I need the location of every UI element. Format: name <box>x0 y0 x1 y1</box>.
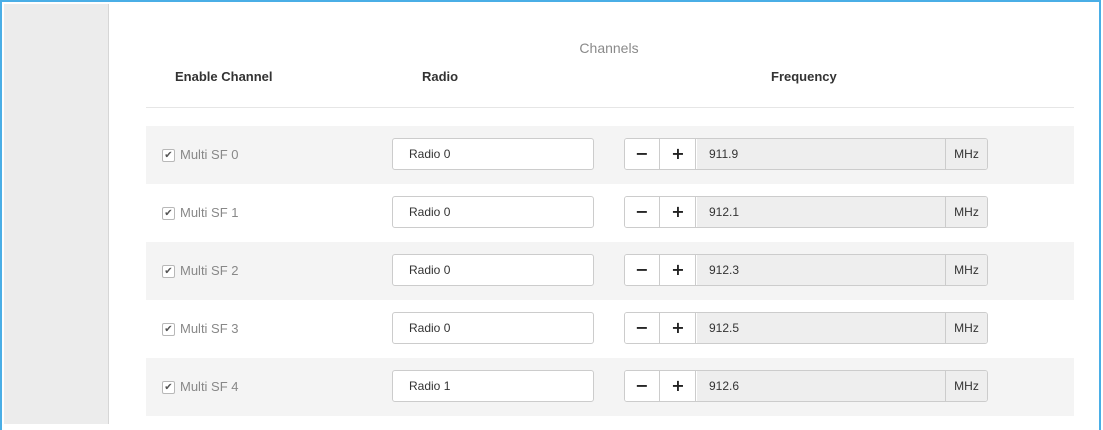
frequency-stepper: − + MHz <box>624 138 988 170</box>
radio-select[interactable] <box>392 254 594 286</box>
decrement-button[interactable]: − <box>625 313 660 343</box>
frequency-input[interactable] <box>697 197 945 227</box>
frequency-input[interactable] <box>697 371 945 401</box>
channel-row: ✔ Multi SF 1 − + MHz <box>146 184 1074 242</box>
channel-label: Multi SF 0 <box>180 147 239 162</box>
panel-frame: Channels Enable Channel Radio Frequency … <box>0 0 1101 430</box>
channel-row: ✔ Multi SF 4 − + MHz <box>146 358 1074 416</box>
increment-button[interactable]: + <box>661 139 696 169</box>
frequency-stepper: − + MHz <box>624 254 988 286</box>
channel-label: Multi SF 3 <box>180 321 239 336</box>
frequency-unit: MHz <box>945 197 987 227</box>
frequency-input[interactable] <box>697 139 945 169</box>
channel-row: ✔ Multi SF 2 − + MHz <box>146 242 1074 300</box>
frequency-unit: MHz <box>945 313 987 343</box>
increment-button[interactable]: + <box>661 255 696 285</box>
frequency-stepper: − + MHz <box>624 196 988 228</box>
increment-button[interactable]: + <box>661 371 696 401</box>
frequency-unit: MHz <box>945 139 987 169</box>
section-title: Channels <box>579 40 639 56</box>
radio-select[interactable] <box>392 370 594 402</box>
channel-row: ✔ Multi SF 3 − + MHz <box>146 300 1074 358</box>
frequency-stepper: − + MHz <box>624 370 988 402</box>
channel-row: ✔ Multi SF 0 − + MHz <box>146 126 1074 184</box>
enable-checkbox[interactable]: ✔ <box>162 265 175 278</box>
enable-checkbox[interactable]: ✔ <box>162 149 175 162</box>
frequency-unit: MHz <box>945 255 987 285</box>
decrement-button[interactable]: − <box>625 139 660 169</box>
channels-section: Channels Enable Channel Radio Frequency … <box>109 4 1099 424</box>
radio-select[interactable] <box>392 312 594 344</box>
channel-label: Multi SF 4 <box>180 379 239 394</box>
radio-select[interactable] <box>392 196 594 228</box>
column-header-enable-channel: Enable Channel <box>175 69 273 84</box>
column-header-radio: Radio <box>422 69 459 84</box>
enable-checkbox[interactable]: ✔ <box>162 323 175 336</box>
decrement-button[interactable]: − <box>625 255 660 285</box>
sidebar <box>4 4 109 424</box>
frequency-unit: MHz <box>945 371 987 401</box>
decrement-button[interactable]: − <box>625 197 660 227</box>
header-divider <box>146 107 1074 108</box>
increment-button[interactable]: + <box>661 197 696 227</box>
channel-label: Multi SF 1 <box>180 205 239 220</box>
frequency-input[interactable] <box>697 255 945 285</box>
column-header-frequency: Frequency <box>771 69 837 84</box>
enable-checkbox[interactable]: ✔ <box>162 381 175 394</box>
decrement-button[interactable]: − <box>625 371 660 401</box>
enable-checkbox[interactable]: ✔ <box>162 207 175 220</box>
radio-select[interactable] <box>392 138 594 170</box>
frequency-input[interactable] <box>697 313 945 343</box>
frequency-stepper: − + MHz <box>624 312 988 344</box>
channel-label: Multi SF 2 <box>180 263 239 278</box>
increment-button[interactable]: + <box>661 313 696 343</box>
